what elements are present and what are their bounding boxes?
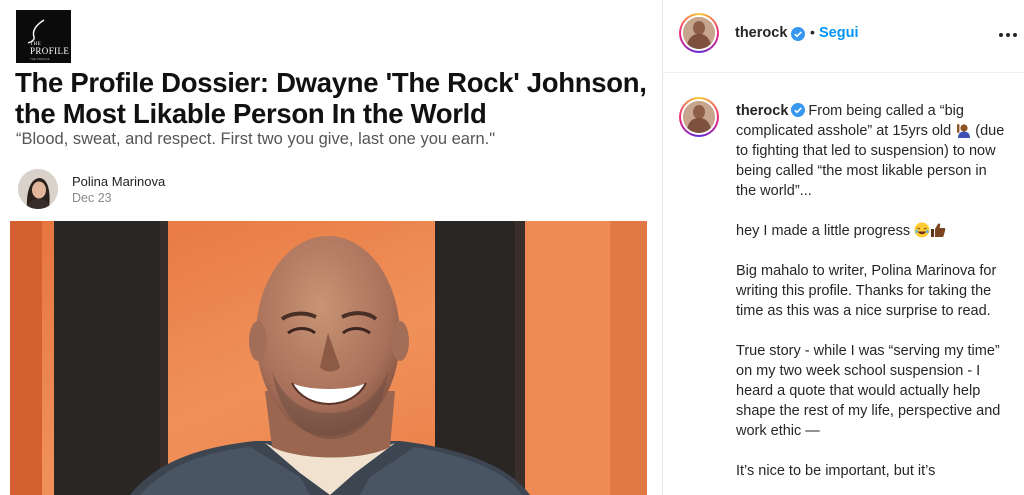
follow-button[interactable]: Segui — [819, 25, 858, 41]
author-avatar[interactable] — [18, 169, 58, 209]
hero-image — [10, 221, 647, 495]
post-header: therock • Segui — [663, 0, 1024, 73]
raising-hand-emoji-icon — [957, 124, 971, 138]
caption-text-2: hey I made a little progress — [736, 223, 911, 239]
caption-text-5: It’s nice to be important, but it’s — [736, 463, 936, 479]
separator-dot: • — [810, 24, 815, 40]
verified-badge-icon — [791, 103, 806, 117]
article-subtitle: “Blood, sweat, and respect. First two yo… — [16, 130, 496, 148]
avatar-photo-icon — [683, 17, 715, 49]
caption-text-4: True story - while I was “serving my tim… — [736, 343, 1001, 439]
logo-text-sub: THE PROFILE — [30, 57, 50, 61]
profile-username[interactable]: therock — [735, 25, 787, 41]
instagram-post-panel: therock • Segui therock From being called… — [663, 0, 1024, 495]
article-panel: THE PROFILE THE PROFILE The Profile Doss… — [0, 0, 662, 495]
article-title: The Profile Dossier: Dwayne 'The Rock' J… — [15, 67, 647, 129]
verified-badge-icon — [791, 27, 805, 41]
post-caption: therock From being called a “big complica… — [736, 101, 1006, 495]
laughing-face-emoji-icon — [914, 222, 930, 238]
thumbs-up-emoji-icon — [931, 223, 946, 237]
author-photo-icon — [18, 169, 58, 209]
caption-text-3: Big mahalo to writer, Polina Marinova fo… — [736, 263, 997, 319]
author-name[interactable]: Polina Marinova — [72, 174, 165, 189]
logo-text-profile: PROFILE — [30, 46, 70, 56]
portrait-photo-icon — [10, 221, 647, 495]
profile-avatar[interactable] — [679, 13, 719, 53]
more-options-icon[interactable] — [999, 26, 1019, 44]
publication-logo[interactable]: THE PROFILE THE PROFILE — [16, 10, 71, 63]
avatar-photo-icon — [683, 101, 715, 133]
caption-username[interactable]: therock — [736, 103, 788, 119]
caption-avatar[interactable] — [679, 97, 719, 137]
post-date: Dec 23 — [72, 191, 112, 205]
